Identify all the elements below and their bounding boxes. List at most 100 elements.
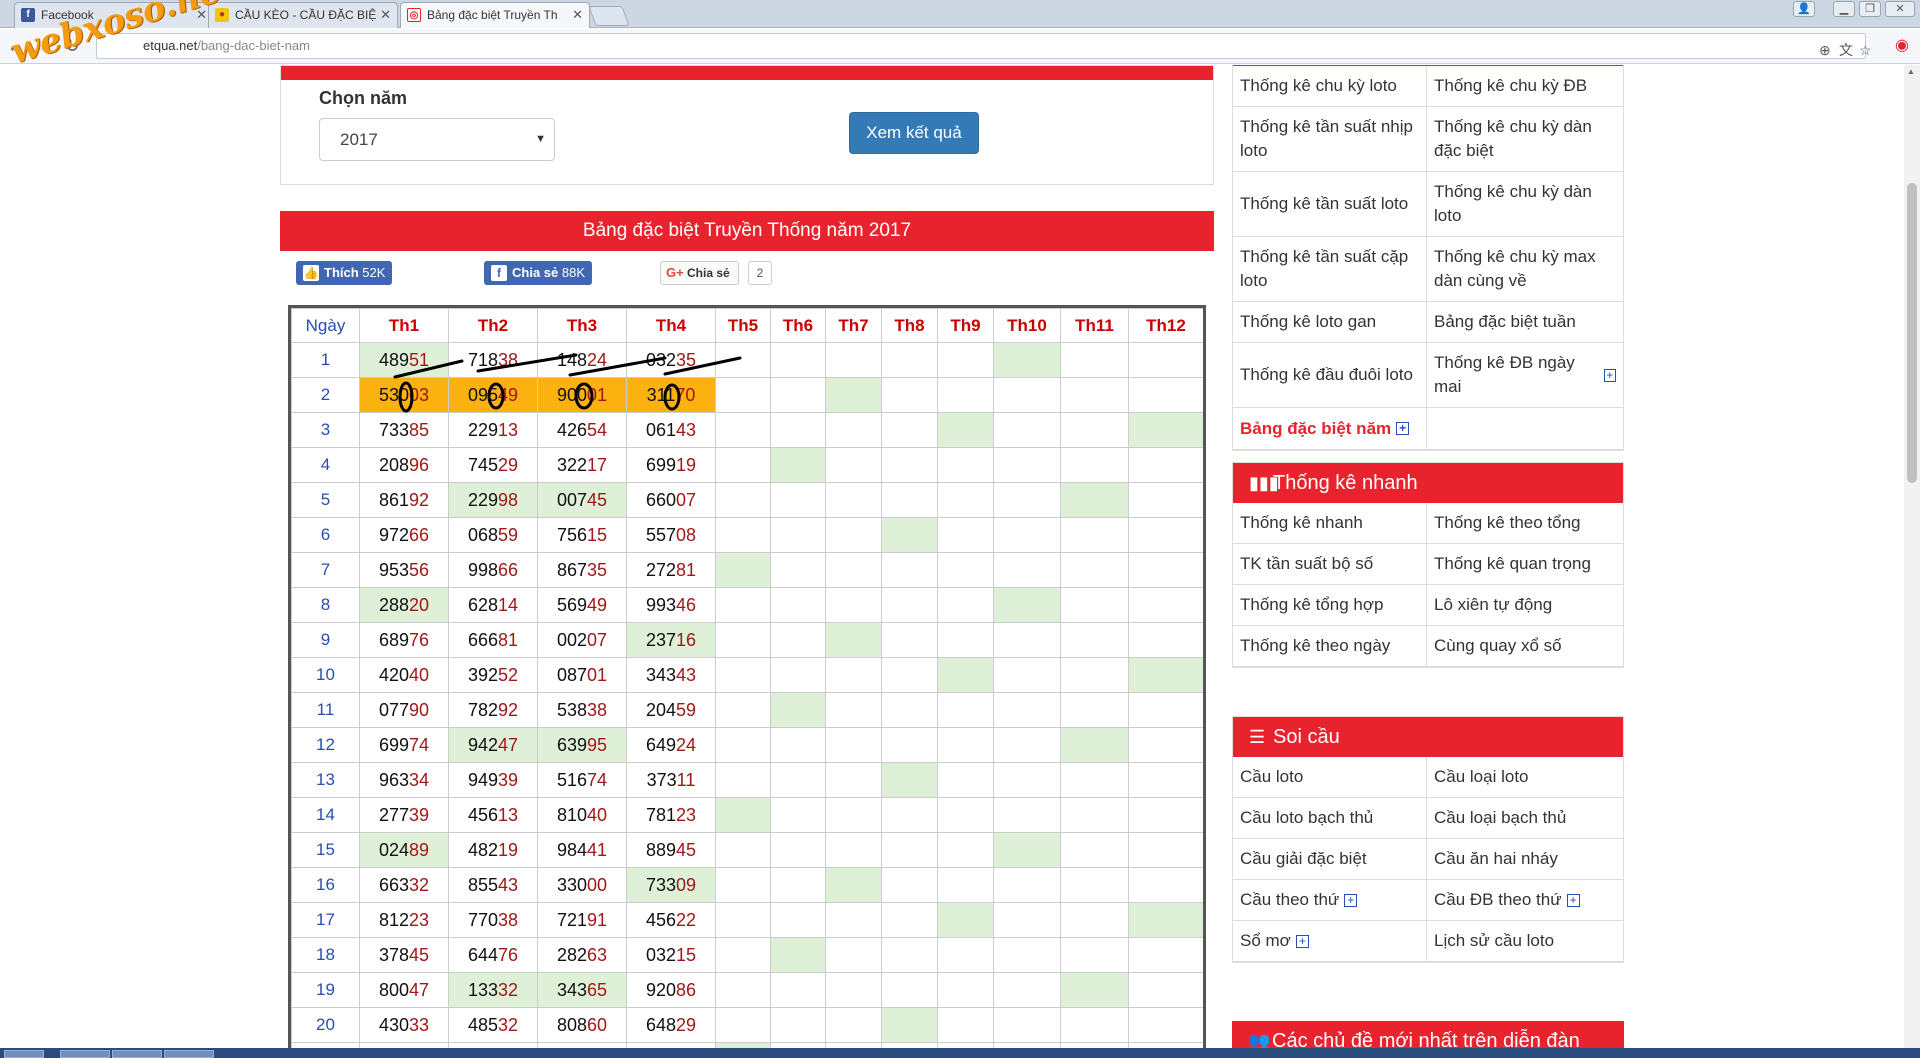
sidebar-link-label: Thống kê chu kỳ dàn loto — [1434, 182, 1592, 225]
view-results-button[interactable]: Xem kết quả — [849, 112, 979, 154]
sidebar-link[interactable]: Thống kê nhanh — [1233, 503, 1427, 544]
sidebar-link[interactable]: Thống kê tần suất nhịp loto — [1233, 107, 1427, 172]
sidebar-link[interactable]: Sổ mơ + — [1233, 921, 1427, 962]
google-plus-share-button[interactable]: G+ Chia sẻ — [660, 261, 739, 285]
sidebar-link[interactable]: Cầu loại bạch thủ — [1427, 798, 1623, 839]
prize-number-tail: 33 — [409, 1014, 430, 1035]
close-window-button[interactable]: ✕ — [1885, 1, 1915, 17]
sidebar-link[interactable]: Thống kê loto gan — [1233, 302, 1427, 343]
tab-cau-keo[interactable]: ● CẦU KÈO - CẦU ĐẶC BIỆ ✕ — [208, 2, 398, 28]
prize-cell — [1128, 727, 1203, 763]
day-cell: 20 — [291, 1007, 360, 1043]
sidebar-link[interactable]: Cầu ĐB theo thứ + — [1427, 880, 1623, 921]
sidebar-link[interactable]: Thống kê tổng hợp — [1233, 585, 1427, 626]
prize-cell — [1060, 517, 1129, 553]
minimize-button[interactable]: ▁ — [1833, 1, 1855, 17]
facebook-share-button[interactable]: f Chia sẻ 88K — [484, 261, 593, 285]
sidebar-link-label: Thống kê nhanh — [1240, 513, 1363, 532]
sidebar-link[interactable]: Cầu giải đặc biệt — [1233, 839, 1427, 880]
expand-plus-icon[interactable]: + — [1566, 893, 1580, 907]
extension-icon[interactable]: ◉ — [1890, 34, 1914, 58]
share-count: 88K — [561, 265, 586, 280]
sidebar-link[interactable]: Thống kê chu kỳ dàn loto — [1427, 172, 1623, 237]
prize-cell — [937, 447, 994, 483]
start-button[interactable] — [4, 1050, 44, 1058]
prize-number-lead: 782 — [467, 699, 498, 720]
prize-cell — [770, 832, 826, 868]
column-header-month: Th8 — [881, 308, 938, 343]
prize-number-lead: 133 — [467, 979, 498, 1000]
sidebar-link[interactable]: Cầu ăn hai nháy — [1427, 839, 1623, 880]
sidebar-link[interactable]: Cùng quay xổ số — [1427, 626, 1623, 667]
table-row: 9 68976 66681 00207 23716 — [291, 622, 1203, 658]
prize-number-lead: 456 — [645, 909, 676, 930]
prize-number-tail: 19 — [498, 839, 519, 860]
prize-cell: 02489 — [359, 832, 449, 868]
sidebar-link[interactable]: Thống kê quan trọng — [1427, 544, 1623, 585]
zoom-icon[interactable]: ⊕ — [1819, 38, 1831, 62]
prize-cell: 20459 — [626, 692, 716, 728]
prize-cell — [715, 727, 771, 763]
prize-cell — [881, 377, 938, 413]
sidebar-link[interactable]: Thống kê chu kỳ max dàn cùng về — [1427, 237, 1623, 302]
prize-number-lead: 781 — [645, 804, 676, 825]
page-scrollbar[interactable]: ▲ — [1904, 65, 1920, 1048]
tab-bang-dac-biet[interactable]: ◎ Bảng đặc biệt Truyền Th ✕ — [400, 2, 590, 28]
sidebar-link[interactable]: Thống kê chu kỳ dàn đặc biệt — [1427, 107, 1623, 172]
restore-button[interactable]: ❐ — [1859, 1, 1881, 17]
prize-cell — [825, 552, 882, 588]
prize-number-tail: 52 — [498, 664, 519, 685]
prize-cell: 66332 — [359, 867, 449, 903]
sidebar-link[interactable]: Thống kê theo tổng — [1427, 503, 1623, 544]
close-icon[interactable]: ✕ — [380, 3, 391, 27]
prize-cell — [993, 1007, 1061, 1043]
prize-cell: 63995 — [537, 727, 627, 763]
close-icon[interactable]: ✕ — [572, 3, 583, 27]
sidebar-link[interactable]: Thống kê đầu đuôi loto — [1233, 343, 1427, 408]
expand-plus-icon[interactable]: + — [1344, 893, 1358, 907]
prize-cell — [1128, 342, 1203, 378]
sidebar-link[interactable]: Cầu loto — [1233, 757, 1427, 798]
taskbar-item[interactable] — [112, 1050, 162, 1058]
table-row: 6 97266 06859 75615 55708 — [291, 517, 1203, 553]
sidebar-link[interactable]: Lịch sử cầu loto — [1427, 921, 1623, 962]
sidebar-link[interactable]: Cầu theo thứ + — [1233, 880, 1427, 921]
sidebar-link[interactable]: Thống kê chu kỳ ĐB — [1427, 66, 1623, 107]
sidebar-link[interactable]: Lô xiên tự động — [1427, 585, 1623, 626]
sidebar-link[interactable]: Bảng đặc biệt tuần — [1427, 302, 1623, 343]
table-title: Bảng đặc biệt Truyền Thống năm 2017 — [280, 211, 1214, 251]
prize-cell: 00745 — [537, 482, 627, 518]
sidebar-link[interactable]: Thống kê chu kỳ loto — [1233, 66, 1427, 107]
prize-number-lead: 538 — [556, 699, 587, 720]
prize-number-lead: 330 — [556, 874, 587, 895]
sidebar-link[interactable]: Cầu loại loto — [1427, 757, 1623, 798]
translate-icon[interactable]: 文 — [1839, 38, 1853, 62]
prize-number-tail: 90 — [409, 699, 430, 720]
new-tab-button[interactable] — [588, 6, 630, 26]
expand-plus-icon[interactable]: + — [1603, 368, 1616, 382]
expand-plus-icon[interactable]: + — [1396, 422, 1410, 435]
sidebar-link[interactable]: TK tần suất bộ số — [1233, 544, 1427, 585]
scrollbar-thumb[interactable] — [1907, 183, 1917, 483]
prize-cell: 73385 — [359, 412, 449, 448]
day-cell: 3 — [291, 412, 360, 448]
sidebar-link[interactable]: Bảng đặc biệt năm + — [1233, 408, 1427, 450]
sidebar-link[interactable]: Thống kê theo ngày — [1233, 626, 1427, 667]
sidebar-link[interactable]: Thống kê tần suất cặp loto — [1233, 237, 1427, 302]
sidebar-link[interactable]: Thống kê ĐB ngày mai + — [1427, 343, 1623, 408]
year-select[interactable]: 2017 ▼ — [319, 118, 555, 161]
taskbar-item[interactable] — [164, 1050, 214, 1058]
prize-number-lead: 800 — [378, 979, 409, 1000]
sidebar-link[interactable]: Cầu loto bạch thủ — [1233, 798, 1427, 839]
address-bar[interactable]: etqua.net/bang-dac-biet-nam ⊕ 文 ☆ — [96, 33, 1872, 62]
prize-number-tail: 16 — [676, 629, 697, 650]
user-icon[interactable]: 👤 — [1793, 1, 1815, 17]
expand-plus-icon[interactable]: + — [1295, 934, 1309, 948]
prize-cell — [825, 692, 882, 728]
prize-number-tail: 24 — [676, 734, 697, 755]
taskbar-item[interactable] — [60, 1050, 110, 1058]
scroll-up-arrow-icon[interactable]: ▲ — [1907, 67, 1915, 76]
star-icon[interactable]: ☆ — [1859, 38, 1872, 62]
facebook-like-button[interactable]: 👍 Thích 52K — [296, 261, 393, 285]
sidebar-link[interactable]: Thống kê tần suất loto — [1233, 172, 1427, 237]
